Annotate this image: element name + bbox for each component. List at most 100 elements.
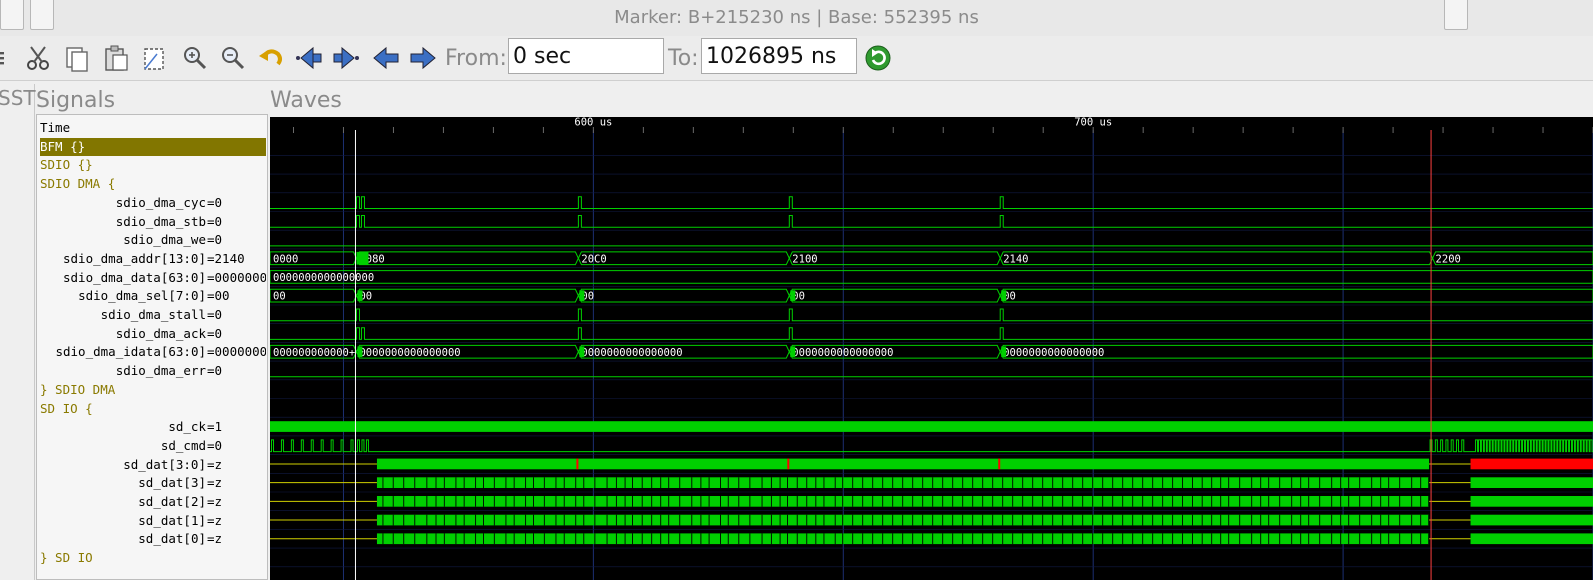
menu-icon[interactable] xyxy=(0,42,18,74)
signals-list[interactable]: Time BFM {} SDIO {} SDIO DMA { sdio_dma_cyc =… xyxy=(36,114,268,580)
bus-transition xyxy=(1001,290,1007,301)
select-all-icon[interactable] xyxy=(138,42,170,74)
signal-group[interactable]: BFM {} xyxy=(40,137,266,157)
title-bar: Marker: B+215230 ns | Base: 552395 ns xyxy=(0,0,1593,37)
signal-row[interactable]: sd_dat[2] =z xyxy=(40,493,266,512)
signal-group[interactable]: SD IO { xyxy=(40,400,266,419)
signal-row[interactable]: sdio_dma_we =0 xyxy=(40,231,266,250)
signal-name: SDIO DMA { xyxy=(40,176,116,192)
signal-name: sdio_dma_stall xyxy=(100,307,206,322)
jump-first-icon[interactable] xyxy=(293,42,325,74)
bus-value-label: 20C0 xyxy=(581,253,606,265)
signal-name: sdio_dma_data[63:0] xyxy=(63,269,206,285)
signal-value: =z xyxy=(207,512,223,528)
bus-value-label: 0000000000000000 xyxy=(273,272,374,284)
signal-row[interactable]: sd_dat[0] =z xyxy=(40,530,266,549)
to-time-input[interactable] xyxy=(701,38,857,74)
signal-name: sdio_dma_stb xyxy=(115,213,206,229)
signal-row[interactable]: sd_cmd =0 xyxy=(40,437,266,456)
bus-transition xyxy=(790,290,796,301)
signal-value: =2140 xyxy=(207,250,245,266)
signal-row[interactable]: sdio_dma_sel[7:0] =00 xyxy=(40,287,266,306)
signal-name: sd_dat[3:0] xyxy=(123,456,206,472)
cut-icon[interactable] xyxy=(22,42,54,74)
signal-name: SD IO { xyxy=(40,400,93,416)
waves-panel: Waves 600 us 700 us 0000 2080 20C0 2100 2140 22… xyxy=(270,84,1593,580)
from-time-input[interactable] xyxy=(508,38,664,74)
signal-row[interactable]: sdio_dma_addr[13:0] =2140 xyxy=(40,250,266,269)
bus-value-label: 0000000000000000 xyxy=(792,347,893,359)
signal-name: } SDIO DMA xyxy=(40,381,116,397)
bus-transition xyxy=(790,346,796,358)
signal-row[interactable]: sdio_dma_stb =0 xyxy=(40,213,266,232)
signals-title: Signals xyxy=(36,88,116,113)
bus-value-label: 00 xyxy=(273,291,286,303)
signal-group[interactable]: SDIO DMA { xyxy=(40,175,266,194)
signal-value: =0 xyxy=(207,363,223,379)
data-activity xyxy=(1470,514,1593,526)
signal-row[interactable]: sdio_dma_data[63:0] =0000000 xyxy=(40,269,266,288)
signal-row[interactable]: sdio_dma_err =0 xyxy=(40,362,266,381)
signal-row[interactable]: sd_dat[3] =z xyxy=(40,474,266,493)
bus-transition xyxy=(1001,346,1007,358)
signal-name: sd_ck xyxy=(168,419,206,435)
paste-icon[interactable] xyxy=(100,42,132,74)
zoom-in-icon[interactable] xyxy=(179,42,211,74)
signal-value: =z xyxy=(207,494,223,509)
signal-group[interactable]: } SDIO DMA xyxy=(40,381,266,400)
signal-row[interactable]: sd_dat[1] =z xyxy=(40,512,266,531)
signal-group[interactable]: SDIO {} xyxy=(40,156,266,175)
signal-name: sdio_dma_err xyxy=(115,363,206,379)
undo-icon[interactable] xyxy=(254,42,286,74)
signal-group[interactable]: } SD IO xyxy=(40,549,266,568)
waveform-canvas[interactable]: 600 us 700 us0000 2080 20C0 2100 2140 22000000… xyxy=(270,117,1593,580)
signal-value: =0 xyxy=(207,194,223,210)
signal-name: Time xyxy=(40,120,71,135)
signal-value: =z xyxy=(207,531,223,547)
clock-band xyxy=(270,421,1593,432)
bus-value-label: 2200 xyxy=(1436,253,1461,265)
signal-name: } SD IO xyxy=(40,550,93,566)
waves-title: Waves xyxy=(270,88,342,113)
bus-transition xyxy=(579,290,585,301)
time-row[interactable]: Time xyxy=(40,119,266,138)
data-activity xyxy=(1470,496,1593,507)
marker-base-title: Marker: B+215230 ns | Base: 552395 ns xyxy=(614,7,979,28)
signal-name: sd_cmd xyxy=(160,437,206,453)
signal-name: sdio_dma_we xyxy=(123,232,206,248)
nav-left-icon[interactable] xyxy=(370,42,402,74)
reload-icon[interactable] xyxy=(862,42,894,74)
bus-value-label: 2100 xyxy=(792,253,817,265)
signal-value: =1 xyxy=(207,419,223,435)
time-tick-label: 600 us xyxy=(574,117,612,129)
to-label: To: xyxy=(668,46,699,71)
signal-value: =z xyxy=(207,456,223,472)
data-activity xyxy=(1470,477,1593,488)
data-activity xyxy=(1470,458,1593,470)
signal-name: sdio_dma_addr[13:0] xyxy=(63,250,206,266)
signal-name: sdio_dma_ack xyxy=(115,325,206,341)
data-activity xyxy=(376,458,1430,470)
signal-name: sd_dat[2] xyxy=(138,494,206,509)
signal-row[interactable]: sd_dat[3:0] =z xyxy=(40,456,266,475)
sst-panel: SST xyxy=(0,84,36,580)
copy-icon[interactable] xyxy=(61,42,93,74)
jump-last-icon[interactable] xyxy=(330,42,362,74)
toolbar: From: To: xyxy=(0,36,1593,81)
signal-value: =0 xyxy=(207,325,223,341)
window-corner-button[interactable] xyxy=(1444,0,1468,30)
bus-value-label: 0000 xyxy=(273,253,298,265)
nav-right-icon[interactable] xyxy=(407,42,439,74)
signals-panel: Signals Time BFM {} SDIO {} SDIO DMA { sdio_… xyxy=(36,84,268,580)
signal-row[interactable]: sdio_dma_idata[63:0] =0000000 xyxy=(40,343,266,362)
zoom-out-icon[interactable] xyxy=(217,42,249,74)
signal-row[interactable]: sdio_dma_cyc =0 xyxy=(40,194,266,213)
signal-row[interactable]: sdio_dma_ack =0 xyxy=(40,325,266,344)
signal-row[interactable]: sdio_dma_stall =0 xyxy=(40,306,266,325)
signal-row[interactable]: sd_ck =1 xyxy=(40,418,266,437)
signal-name: sd_dat[1] xyxy=(138,512,206,528)
signal-value: =00 xyxy=(207,288,230,304)
signal-value: =0 xyxy=(207,232,223,248)
signal-name: sdio_dma_idata[63:0] xyxy=(55,344,206,360)
signal-value: =0000000 xyxy=(207,344,266,360)
